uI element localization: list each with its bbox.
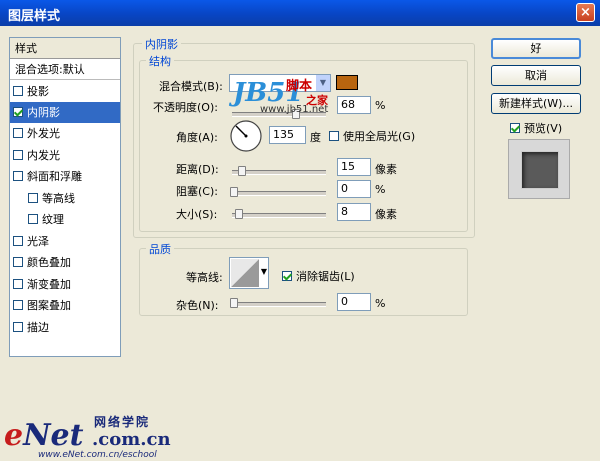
close-button[interactable]: × [576,3,595,22]
inner-shadow-title: 内阴影 [142,36,181,52]
noise-label: 杂色(N): [176,299,219,312]
size-slider-track[interactable] [232,213,326,218]
size-label: 大小(S): [176,208,218,221]
global-light-label: 使用全局光(G) [343,130,416,143]
chevron-down-icon: ▼ [260,267,267,276]
opacity-label: 不透明度(O): [153,101,218,114]
drop-shadow-checkbox[interactable] [13,86,23,96]
enet-url: www.eNet.com.cn/eschool [38,450,157,460]
style-item-label: 内阴影 [27,106,60,119]
contour-label: 等高线: [186,271,223,284]
ok-button[interactable]: 好 [491,38,581,59]
style-item-label: 等高线 [42,192,75,205]
distance-input[interactable]: 15 [337,158,371,176]
angle-unit: 度 [310,131,321,144]
style-item-bevel-emboss[interactable]: 斜面和浮雕 [10,166,120,187]
size-input[interactable]: 8 [337,203,371,221]
choke-unit: % [375,183,386,196]
shadow-color-swatch[interactable] [336,75,358,90]
style-item-stroke[interactable]: 描边 [10,317,120,338]
style-preview-box [508,139,570,199]
bevel-emboss-checkbox[interactable] [13,171,23,181]
quality-title: 品质 [146,241,174,257]
style-list-header[interactable]: 样式 [10,38,120,59]
contour-picker[interactable]: ▼ [229,257,269,289]
contour-checkbox[interactable] [28,193,38,203]
style-item-texture[interactable]: 纹理 [10,209,120,230]
distance-label: 距离(D): [176,163,219,176]
style-item-label: 纹理 [42,213,64,226]
enet-logo: eNet [4,418,84,453]
antialias-checkbox[interactable] [282,271,292,281]
angle-label: 角度(A): [176,131,218,144]
style-item-label: 外发光 [27,127,60,140]
distance-slider-thumb[interactable] [238,166,246,176]
global-light-checkbox[interactable] [329,131,339,141]
choke-slider-track[interactable] [232,191,326,196]
antialias-option[interactable]: 消除锯齿(L) [282,268,355,284]
style-item-contour[interactable]: 等高线 [10,188,120,209]
distance-unit: 像素 [375,163,397,176]
style-item-pattern-overlay[interactable]: 图案叠加 [10,295,120,316]
window-title: 图层样式 [8,9,61,24]
style-item-outer-glow[interactable]: 外发光 [10,123,120,144]
noise-unit: % [375,297,386,310]
style-item-blending-options[interactable]: 混合选项:默认 [10,59,120,80]
contour-preview-icon [231,259,259,287]
angle-input[interactable]: 135 [269,126,306,144]
opacity-unit: % [375,99,386,112]
size-slider-thumb[interactable] [235,209,243,219]
global-light-option[interactable]: 使用全局光(G) [329,128,415,144]
outer-glow-checkbox[interactable] [13,128,23,138]
texture-checkbox[interactable] [28,214,38,224]
cancel-button[interactable]: 取消 [491,65,581,86]
structure-title: 结构 [146,53,174,69]
enet-school-text: 网络学院 [94,415,151,429]
style-item-gradient-overlay[interactable]: 渐变叠加 [10,274,120,295]
opacity-input[interactable]: 68 [337,96,371,114]
style-item-inner-shadow[interactable]: 内阴影 [10,102,120,123]
angle-dial[interactable] [229,119,263,153]
noise-slider-thumb[interactable] [230,298,238,308]
noise-input[interactable]: 0 [337,293,371,311]
pattern-overlay-checkbox[interactable] [13,300,23,310]
style-item-label: 内发光 [27,149,60,162]
title-bar[interactable]: 图层样式 × [0,0,600,26]
preview-label: 预览(V) [524,122,563,135]
distance-slider-track[interactable] [232,170,326,175]
style-item-color-overlay[interactable]: 颜色叠加 [10,252,120,273]
style-preview-swatch [521,151,559,189]
enet-domain-text: .com.cn [92,429,171,450]
style-item-satin[interactable]: 光泽 [10,231,120,252]
style-item-label: 颜色叠加 [27,256,71,269]
noise-slider-track[interactable] [232,302,326,307]
blend-mode-label: 混合模式(B): [159,80,223,93]
chevron-down-icon: ▼ [316,75,330,91]
style-item-label: 图案叠加 [27,299,71,312]
layer-style-dialog: 图层样式 × 样式 混合选项:默认 投影 内阴影 外发光 内发光 斜面和浮雕 等… [0,0,600,461]
choke-slider-thumb[interactable] [230,187,238,197]
inner-glow-checkbox[interactable] [13,150,23,160]
style-item-inner-glow[interactable]: 内发光 [10,145,120,166]
color-overlay-checkbox[interactable] [13,257,23,267]
style-item-label: 描边 [27,321,49,334]
antialias-label: 消除锯齿(L) [296,270,355,283]
size-unit: 像素 [375,208,397,221]
choke-input[interactable]: 0 [337,180,371,198]
choke-label: 阻塞(C): [176,185,218,198]
preview-option[interactable]: 预览(V) [510,120,562,136]
inner-shadow-checkbox[interactable] [13,107,23,117]
jb51-url: www.jb51.net [260,104,329,115]
new-style-button[interactable]: 新建样式(W)... [491,93,581,114]
stroke-checkbox[interactable] [13,322,23,332]
style-item-label: 渐变叠加 [27,278,71,291]
style-item-label: 斜面和浮雕 [27,170,82,183]
style-list: 样式 混合选项:默认 投影 内阴影 外发光 内发光 斜面和浮雕 等高线 纹理 光… [9,37,121,357]
style-item-label: 投影 [27,85,49,98]
satin-checkbox[interactable] [13,236,23,246]
gradient-overlay-checkbox[interactable] [13,279,23,289]
style-item-label: 光泽 [27,235,49,248]
style-item-drop-shadow[interactable]: 投影 [10,81,120,102]
preview-checkbox[interactable] [510,123,520,133]
